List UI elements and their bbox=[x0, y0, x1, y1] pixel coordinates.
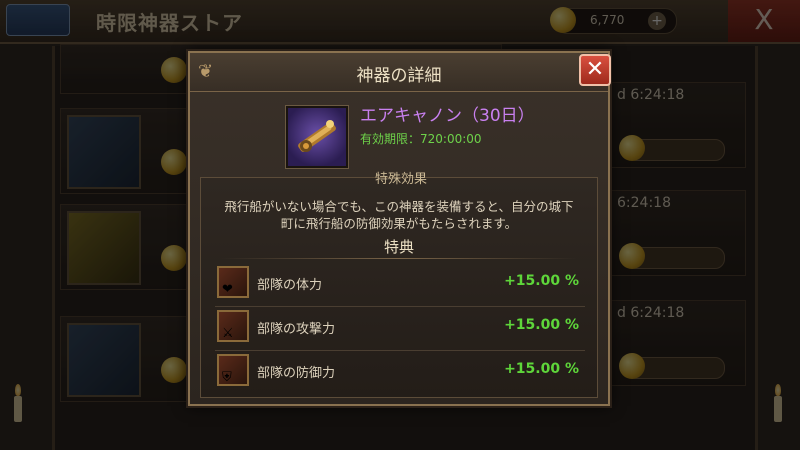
air-cannon-icon bbox=[286, 106, 348, 168]
heart-icon: ❤ bbox=[222, 282, 233, 297]
perk-value: +15.00 % bbox=[504, 273, 579, 289]
perk-value: +15.00 % bbox=[504, 361, 579, 377]
modal-title: 神器の詳細 bbox=[356, 66, 442, 86]
troop-health-icon: ❤ bbox=[217, 266, 249, 298]
perk-row: ⚔ 部隊の攻撃力 +15.00 % bbox=[215, 308, 585, 351]
effect-heading: 特殊効果 bbox=[374, 172, 427, 187]
cannon-icon bbox=[298, 120, 336, 152]
modal-header: ❦ 神器の詳細 bbox=[190, 53, 608, 92]
perk-label: 部隊の攻撃力 bbox=[257, 322, 336, 337]
perk-row: ❤ 部隊の体力 +15.00 % bbox=[215, 264, 585, 307]
effect-description: 飛行船がいない場合でも、この神器を装備すると、自分の城下町に飛行船の防御効果がも… bbox=[224, 199, 574, 231]
close-button[interactable]: ✕ bbox=[579, 54, 611, 86]
perk-row: ⛨ 部隊の防御力 +15.00 % bbox=[215, 352, 585, 394]
item-expiry: 有効期限：720:00:00 bbox=[360, 132, 482, 146]
divider bbox=[221, 258, 577, 259]
perk-value: +15.00 % bbox=[504, 317, 579, 333]
artifact-detail-modal: ❦ 神器の詳細 ✕ エアキャノン（30日） 有効期限：720:00:00 特殊効… bbox=[188, 51, 611, 406]
perks-heading: 特典 bbox=[383, 238, 414, 256]
perk-label: 部隊の体力 bbox=[257, 278, 323, 293]
troop-defense-icon: ⛨ bbox=[217, 354, 249, 386]
item-name: エアキャノン（30日） bbox=[360, 106, 535, 126]
troop-attack-icon: ⚔ bbox=[217, 310, 249, 342]
shield-icon: ⛨ bbox=[222, 370, 232, 385]
effect-panel: 特殊効果 飛行船がいない場合でも、この神器を装備すると、自分の城下町に飛行船の防… bbox=[200, 172, 598, 398]
crossed-swords-icon: ⚔ bbox=[222, 326, 234, 341]
perk-label: 部隊の防御力 bbox=[257, 366, 336, 381]
